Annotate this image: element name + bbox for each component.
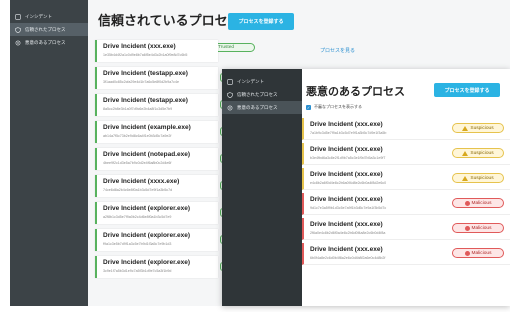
sidebar-item-incidents[interactable]: インシデント — [10, 10, 88, 23]
sidebar: インシデント 信頼されたプロセス 悪意のあるプロセス — [222, 69, 302, 306]
status-badge: Suspicious — [452, 148, 504, 158]
process-card[interactable]: Drive Incident (testapp.exe) 8a5cc2b8e3b… — [95, 94, 226, 116]
process-row[interactable]: Drive Incident (xxx.exe) 2f6a0e4c8b2d6f0… — [302, 218, 510, 240]
process-row[interactable]: Drive Incident (xxx.exe) e4c8b2a6f0d4e8c… — [302, 168, 510, 190]
status-badge: Malicious — [452, 198, 504, 208]
process-row[interactable]: Drive Incident (xxx.exe) b3e4fbd6a3c8e2f… — [302, 143, 510, 165]
process-row[interactable]: Drive Incident (xxx.exe) 9d1c7e3a5f9b1d3… — [302, 193, 510, 215]
sidebar-item-label: 信頼されたプロセス — [25, 26, 66, 32]
suspicious-filter[interactable]: ✓ 不審なプロセスを表示する — [306, 104, 362, 110]
process-card[interactable]: Drive Incident (xxxx.exe) 74ce6d8a2b4c6e… — [95, 175, 226, 197]
alert-icon — [464, 250, 470, 256]
page-title: 悪意のあるプロセス — [306, 86, 405, 98]
sidebar: インシデント 信頼されたプロセス 悪意のあるプロセス — [10, 0, 88, 306]
checkbox-label: 不審なプロセスを表示する — [314, 104, 362, 109]
register-process-button[interactable]: プロセスを登録する — [434, 83, 500, 97]
process-card[interactable]: Drive Incident (notepad.exe) 4bee9f2c1d3… — [95, 148, 226, 170]
status-badge: Suspicious — [452, 123, 504, 133]
process-card[interactable]: Drive Incident (explorer.exe) 3c9e1f7a5b… — [95, 256, 226, 278]
process-row[interactable]: Drive Incident (xxx.exe) 6b0f4a8e2c6d0b4… — [302, 243, 510, 265]
malicious-window: インシデント 信頼されたプロセス 悪意のあるプロセス 悪意のあるプロセス プロセ… — [222, 69, 510, 306]
sidebar-item-label: インシデント — [25, 13, 52, 19]
process-card[interactable]: Drive Incident (testapp.exe) 3f1aad0c85c… — [95, 67, 226, 89]
sidebar-item-malicious[interactable]: 悪意のあるプロセス — [10, 36, 88, 49]
sidebar-item-trusted[interactable]: 信頼されたプロセス — [10, 23, 88, 36]
page-title: 信頼されているプロセス — [98, 13, 241, 28]
sidebar-item-incidents[interactable]: インシデント — [222, 75, 302, 88]
incident-icon — [227, 78, 233, 85]
warning-icon — [462, 125, 469, 131]
process-card[interactable]: Drive Incident (explorer.exe) f9a1c3e5b7… — [95, 229, 226, 251]
status-badge: Malicious — [452, 248, 504, 258]
status-badge: Suspicious — [452, 173, 504, 183]
alert-icon — [464, 225, 470, 231]
sidebar-item-malicious[interactable]: 悪意のあるプロセス — [222, 101, 302, 114]
shield-check-icon — [15, 26, 21, 33]
checkbox[interactable]: ✓ — [306, 104, 311, 110]
warning-icon — [462, 175, 469, 181]
gear-icon — [15, 40, 21, 45]
sidebar-item-trusted[interactable]: 信頼されたプロセス — [222, 88, 302, 101]
process-card[interactable]: Drive Incident (example.exe) ab14a7f5c73… — [95, 121, 226, 143]
status-badge: Malicious — [452, 223, 504, 233]
register-process-button[interactable]: プロセスを登録する — [228, 13, 294, 30]
incident-icon — [15, 13, 21, 20]
malicious-main: 悪意のあるプロセス プロセスを登録する ✓ 不審なプロセスを表示する Drive… — [302, 69, 510, 306]
shield-check-icon — [227, 91, 233, 98]
process-row[interactable]: Drive Incident (xxx.exe) 7a1b9c3d5e7f9a1… — [302, 118, 510, 140]
gear-icon — [227, 105, 233, 110]
sidebar-item-label: 悪意のあるプロセス — [25, 39, 66, 45]
process-card[interactable]: Drive Incident (explorer.exe) a2f8b1c3d5… — [95, 202, 226, 224]
alert-icon — [464, 200, 470, 206]
process-card[interactable]: Drive Incident (xxx.exe) 1e35b4d4f2a1c0d… — [95, 40, 218, 62]
view-process-link[interactable]: プロセスを見る — [320, 47, 355, 54]
warning-icon — [462, 150, 469, 156]
